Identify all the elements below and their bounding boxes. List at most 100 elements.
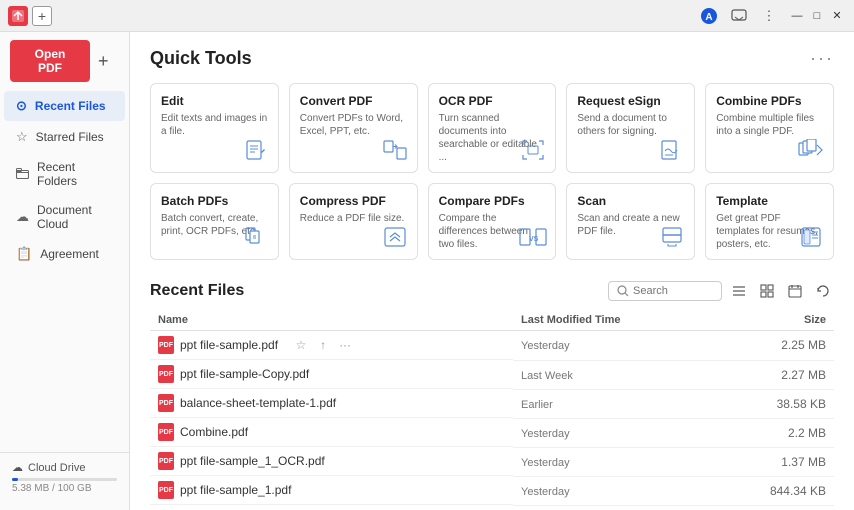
- document-cloud-icon: ☁: [16, 209, 29, 225]
- sidebar-item-label: Recent Files: [35, 99, 106, 113]
- tool-scan-title: Scan: [577, 194, 684, 208]
- modified-time: Yesterday: [521, 428, 570, 440]
- tool-compare[interactable]: Compare PDFs Compare the differences bet…: [428, 183, 557, 260]
- svg-text:A: A: [705, 12, 712, 23]
- file-name: balance-sheet-template-1.pdf: [180, 396, 336, 410]
- pdf-icon: PDF: [158, 336, 174, 354]
- tool-combine-desc: Combine multiple files into a single PDF…: [716, 112, 823, 138]
- sidebar-item-recent-folders[interactable]: Recent Folders: [4, 153, 125, 195]
- file-size: 2.27 MB: [711, 360, 834, 389]
- calendar-view-button[interactable]: [784, 280, 806, 302]
- search-box[interactable]: [608, 281, 722, 301]
- modified-time: Last Week: [521, 370, 573, 382]
- window-controls: — □ ✕: [788, 7, 846, 25]
- sidebar-item-starred-files[interactable]: ☆ Starred Files: [4, 122, 125, 152]
- cloud-icon: ☁: [12, 461, 23, 474]
- sidebar-item-document-cloud[interactable]: ☁ Document Cloud: [4, 196, 125, 238]
- tool-batch[interactable]: Batch PDFs Batch convert, create, print,…: [150, 183, 279, 260]
- file-size: 38.58 KB: [711, 389, 834, 418]
- table-row[interactable]: PDF Combine.pdf Yesterday 2.2 MB: [150, 418, 834, 447]
- sidebar-item-label: Recent Folders: [37, 160, 113, 188]
- col-modified: Last Modified Time: [513, 310, 711, 331]
- search-icon: [617, 285, 629, 297]
- tool-combine[interactable]: Combine PDFs Combine multiple files into…: [705, 83, 834, 173]
- col-size: Size: [711, 310, 834, 331]
- list-view-button[interactable]: [728, 280, 750, 302]
- quick-tools-more-button[interactable]: ···: [810, 48, 834, 69]
- quick-tools-title: Quick Tools: [150, 48, 252, 69]
- more-options-icon[interactable]: ⋮: [758, 5, 780, 27]
- file-size: 3.14 MB: [711, 505, 834, 510]
- tool-edit[interactable]: Edit Edit texts and images in a file.: [150, 83, 279, 173]
- table-row[interactable]: PDF ppt file-sample-Copy.pdf Last Week 2…: [150, 360, 834, 389]
- storage-bar-fill: [12, 478, 18, 481]
- tool-combine-icon: [797, 136, 825, 164]
- tool-esign-desc: Send a document to others for signing.: [577, 112, 684, 138]
- tool-convert-icon: [381, 136, 409, 164]
- table-row[interactable]: PDF ppt file-sample_1.pdf Yesterday 844.…: [150, 476, 834, 505]
- tool-compress[interactable]: Compress PDF Reduce a PDF file size.: [289, 183, 418, 260]
- tool-scan-icon: [658, 223, 686, 251]
- table-row[interactable]: PDF ppt file-sample_OCR.pdf Yesterday 3.…: [150, 505, 834, 510]
- add-button[interactable]: +: [98, 51, 109, 72]
- file-name: ppt file-sample_1_OCR.pdf: [180, 454, 325, 468]
- app-icon: [8, 6, 28, 26]
- tool-template[interactable]: Template Get great PDF templates for res…: [705, 183, 834, 260]
- tool-batch-icon: [242, 223, 270, 251]
- table-row[interactable]: PDF ppt file-sample.pdf ☆ ↑ ··· Yesterda…: [150, 331, 834, 361]
- grid-view-button[interactable]: [756, 280, 778, 302]
- tool-ocr-title: OCR PDF: [439, 94, 546, 108]
- quick-tools-grid: Edit Edit texts and images in a file. Co…: [150, 83, 834, 260]
- row-actions: ☆ ↑ ···: [292, 336, 354, 354]
- file-name: Combine.pdf: [180, 425, 248, 439]
- user-icon[interactable]: A: [698, 5, 720, 27]
- minimize-button[interactable]: —: [788, 7, 806, 25]
- tool-edit-desc: Edit texts and images in a file.: [161, 112, 268, 138]
- sidebar-item-label: Agreement: [40, 247, 99, 261]
- col-name: Name: [150, 310, 513, 331]
- file-size: 2.25 MB: [711, 331, 834, 361]
- quick-tools-header: Quick Tools ···: [150, 48, 834, 69]
- tool-batch-title: Batch PDFs: [161, 194, 268, 208]
- tool-convert[interactable]: Convert PDF Convert PDFs to Word, Excel,…: [289, 83, 418, 173]
- tool-template-title: Template: [716, 194, 823, 208]
- title-bar-right: A ⋮ — □ ✕: [698, 5, 846, 27]
- modified-time: Earlier: [521, 399, 553, 411]
- main-layout: Open PDF + ⊙ Recent Files ☆ Starred File…: [0, 32, 854, 510]
- sidebar-nav: ⊙ Recent Files ☆ Starred Files Recent Fo…: [0, 90, 129, 452]
- pdf-icon: PDF: [158, 423, 174, 441]
- upload-button[interactable]: ↑: [314, 336, 332, 354]
- tool-ocr[interactable]: OCR PDF Turn scanned documents into sear…: [428, 83, 557, 173]
- tool-edit-icon: [242, 136, 270, 164]
- more-button[interactable]: ···: [336, 336, 354, 354]
- refresh-button[interactable]: [812, 280, 834, 302]
- pdf-icon: PDF: [158, 452, 174, 470]
- tool-edit-title: Edit: [161, 94, 268, 108]
- sidebar-item-agreement[interactable]: 📋 Agreement: [4, 239, 125, 269]
- file-size: 1.37 MB: [711, 447, 834, 476]
- recent-files-controls: [608, 280, 834, 302]
- close-button[interactable]: ✕: [828, 7, 846, 25]
- file-size: 2.2 MB: [711, 418, 834, 447]
- storage-text: 5.38 MB / 100 GB: [12, 483, 117, 494]
- starred-files-icon: ☆: [16, 129, 28, 145]
- message-icon[interactable]: [728, 5, 750, 27]
- sidebar-item-recent-files[interactable]: ⊙ Recent Files: [4, 91, 125, 121]
- svg-text:VS: VS: [529, 236, 539, 243]
- search-input[interactable]: [633, 285, 713, 297]
- table-row[interactable]: PDF balance-sheet-template-1.pdf Earlier…: [150, 389, 834, 418]
- tool-compress-icon: [381, 223, 409, 251]
- add-tab-button[interactable]: +: [32, 6, 52, 26]
- sidebar-top: Open PDF +: [0, 40, 129, 90]
- open-pdf-button[interactable]: Open PDF: [10, 40, 90, 82]
- table-row[interactable]: PDF ppt file-sample_1_OCR.pdf Yesterday …: [150, 447, 834, 476]
- sidebar-item-label: Document Cloud: [37, 203, 113, 231]
- tool-ocr-icon: [519, 136, 547, 164]
- star-button[interactable]: ☆: [292, 336, 310, 354]
- tool-esign[interactable]: Request eSign Send a document to others …: [566, 83, 695, 173]
- maximize-button[interactable]: □: [808, 7, 826, 25]
- tool-compare-icon: VS: [519, 223, 547, 251]
- tool-scan[interactable]: Scan Scan and create a new PDF file.: [566, 183, 695, 260]
- tool-template-icon: [797, 223, 825, 251]
- tool-compress-title: Compress PDF: [300, 194, 407, 208]
